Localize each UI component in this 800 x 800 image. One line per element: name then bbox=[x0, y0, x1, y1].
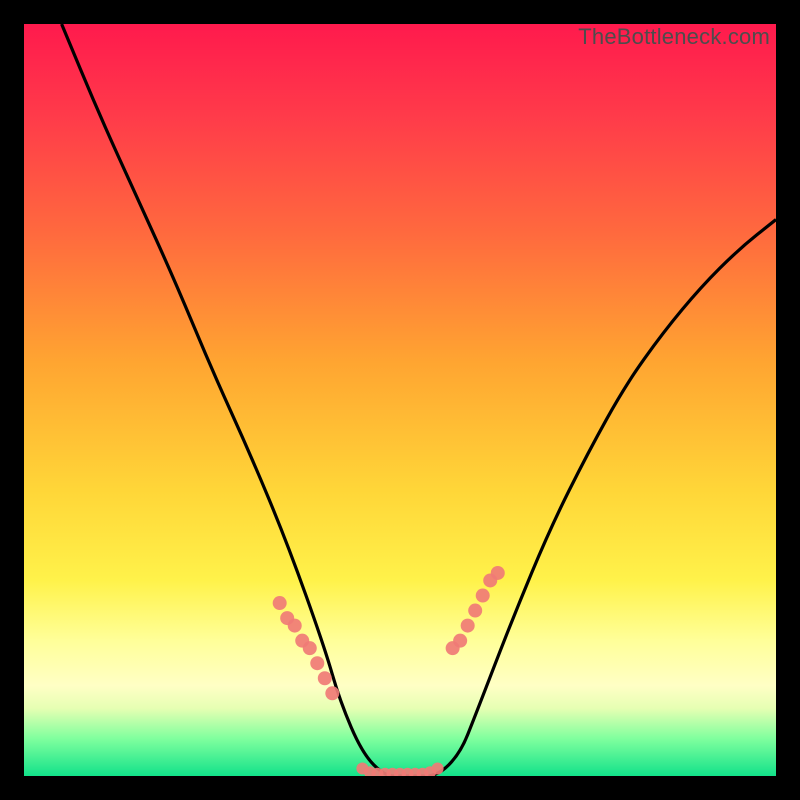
data-marker bbox=[476, 589, 490, 603]
data-marker bbox=[325, 686, 339, 700]
bottleneck-curve bbox=[24, 24, 776, 776]
data-marker bbox=[288, 619, 302, 633]
data-marker bbox=[432, 762, 444, 774]
markers-plateau-cluster bbox=[356, 762, 443, 776]
curve-line bbox=[62, 24, 776, 776]
data-marker bbox=[453, 634, 467, 648]
data-marker bbox=[303, 641, 317, 655]
markers-right-cluster bbox=[446, 566, 505, 655]
data-marker bbox=[468, 604, 482, 618]
watermark-label: TheBottleneck.com bbox=[578, 24, 770, 50]
data-marker bbox=[318, 671, 332, 685]
data-marker bbox=[491, 566, 505, 580]
data-marker bbox=[273, 596, 287, 610]
data-marker bbox=[461, 619, 475, 633]
plot-frame: TheBottleneck.com bbox=[24, 24, 776, 776]
data-marker bbox=[310, 656, 324, 670]
markers-left-cluster bbox=[273, 596, 340, 700]
